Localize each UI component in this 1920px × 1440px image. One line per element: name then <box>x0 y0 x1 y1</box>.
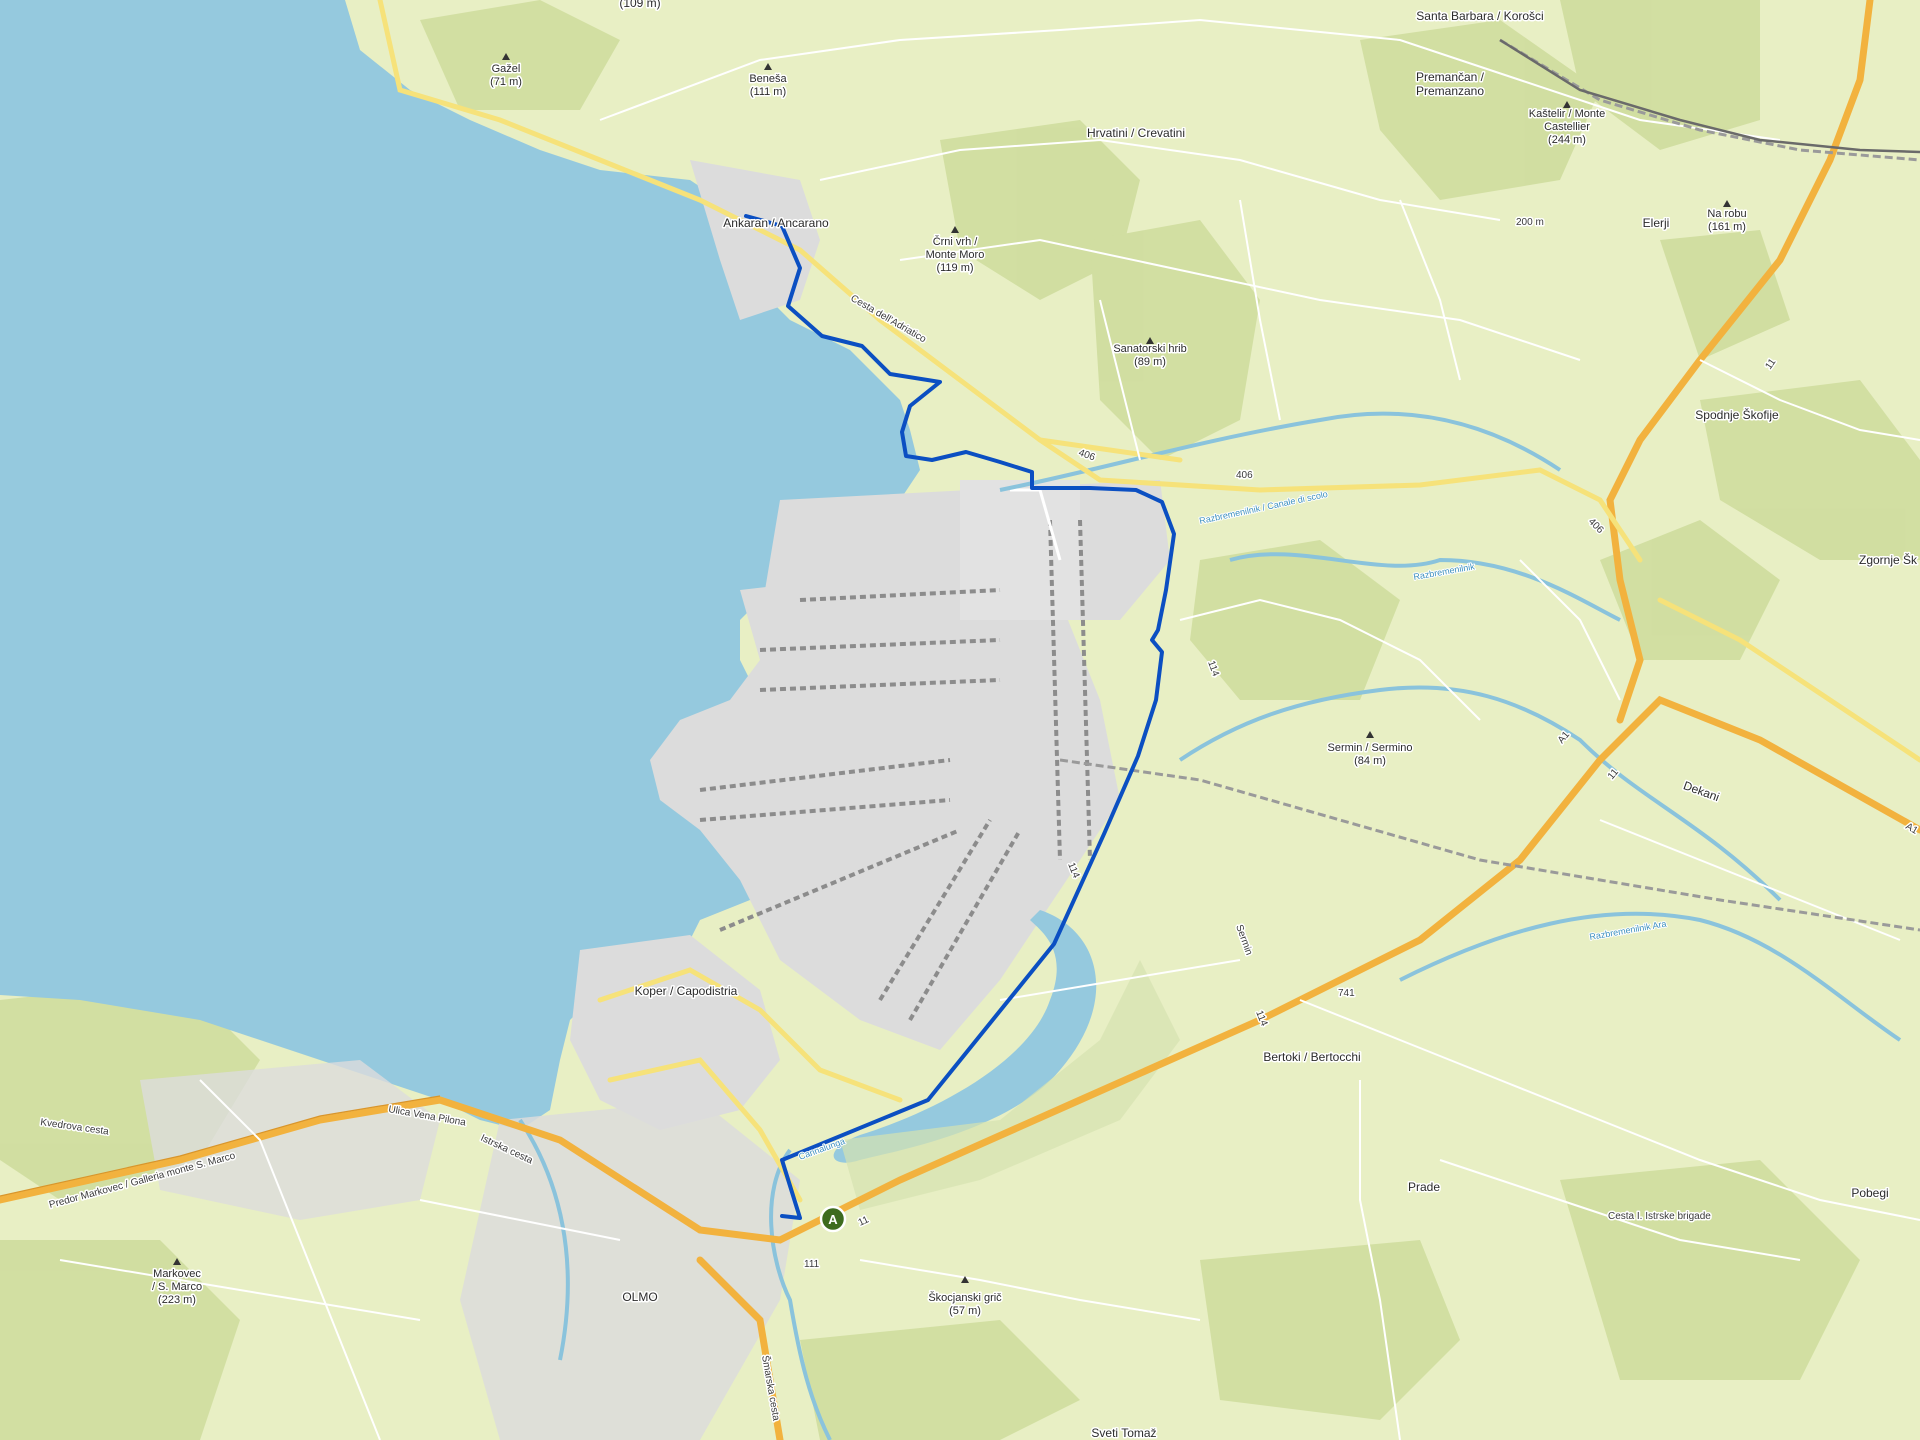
peak-elevation: (161 m) <box>1708 221 1746 233</box>
road-label: 406 <box>1236 470 1253 481</box>
peak-label: Sermin / Sermino <box>1328 742 1413 754</box>
map-canvas[interactable]: A Gažel (71 m) Beneša (111 m) Črni vrh /… <box>0 0 1920 1440</box>
place-label: OLMO <box>622 1290 657 1304</box>
place-label: Elerji <box>1643 216 1670 230</box>
peak-elevation: (223 m) <box>158 1294 196 1306</box>
place-label: Premanzano <box>1416 84 1484 98</box>
peak-elevation: (89 m) <box>1134 356 1166 368</box>
place-label: Prade <box>1408 1180 1440 1194</box>
place-label: Sveti Tomaž <box>1091 1426 1156 1440</box>
place-label: Zgornje Šk <box>1859 552 1918 567</box>
place-label: Spodnje Škofije <box>1695 407 1779 422</box>
peak-label: Markovec <box>153 1268 201 1280</box>
peak-label: Črni vrh / <box>933 235 979 248</box>
road-label: Cesta I. Istrske brigade <box>1608 1211 1711 1222</box>
road-label: 200 m <box>1516 217 1544 228</box>
place-label: Hrvatini / Crevatini <box>1087 126 1185 140</box>
place-label: Ankaran / Ancarano <box>723 216 829 230</box>
place-label: Koper / Capodistria <box>635 984 738 998</box>
road-label: 741 <box>1338 988 1355 999</box>
peak-label: Gažel <box>492 63 521 75</box>
peak-elevation: (111 m) <box>750 86 786 98</box>
peak-label: Beneša <box>749 73 787 85</box>
place-label: Santa Barbara / Korošci <box>1416 9 1543 23</box>
peak-label: Castellier <box>1544 121 1590 133</box>
peak-label: Monte Moro <box>926 249 985 261</box>
peak-label: Kaštelir / Monte <box>1529 108 1605 120</box>
place-label: (109 m) <box>619 0 660 10</box>
place-label: Pobegi <box>1851 1186 1888 1200</box>
route-start-marker[interactable]: A <box>819 1205 847 1233</box>
peak-elevation: (119 m) <box>936 262 973 274</box>
place-label: Premančan / <box>1416 70 1485 84</box>
place-label: Bertoki / Bertocchi <box>1263 1050 1360 1064</box>
peak-elevation: (57 m) <box>949 1305 981 1317</box>
peak-elevation: (84 m) <box>1354 755 1386 767</box>
peak-elevation: (71 m) <box>490 76 522 88</box>
peak-label: Sanatorski hrib <box>1113 343 1186 355</box>
peak-elevation: (244 m) <box>1548 134 1586 146</box>
marker-label: A <box>828 1212 838 1227</box>
peak-label: / S. Marco <box>152 1281 202 1293</box>
peak-label: Škocjanski grič <box>928 1291 1002 1304</box>
peak-label: Na robu <box>1707 208 1746 220</box>
road-label: 111 <box>804 1259 820 1270</box>
